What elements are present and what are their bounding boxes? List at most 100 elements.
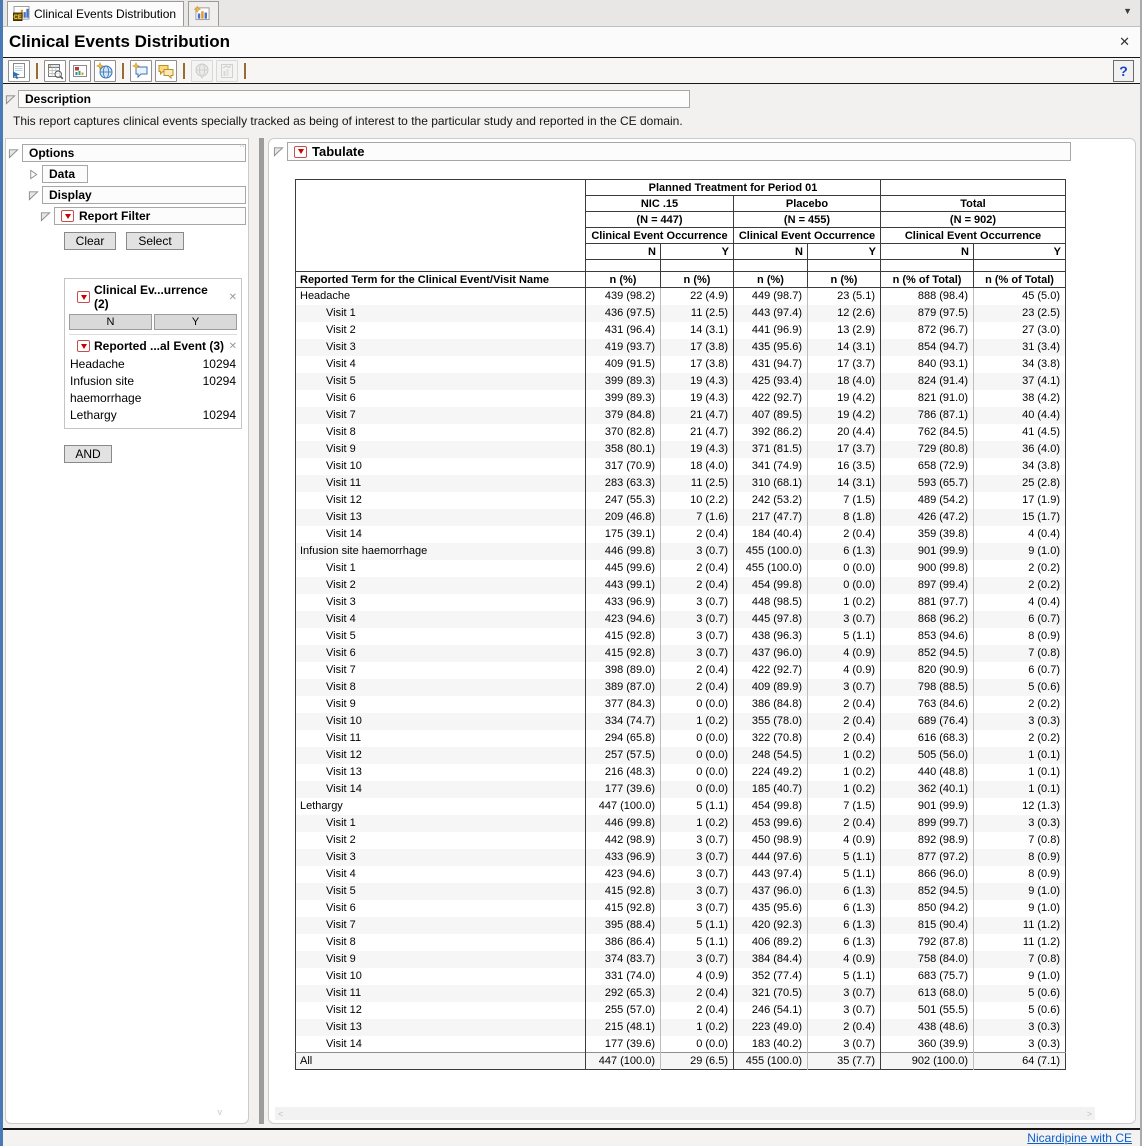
cell-total-y[interactable]: 6 (0.7) bbox=[974, 662, 1066, 679]
cell-total-y[interactable]: 11 (1.2) bbox=[974, 917, 1066, 934]
cell-total-n[interactable]: 616 (68.3) bbox=[881, 730, 974, 747]
cell-total-y[interactable]: 36 (4.0) bbox=[974, 441, 1066, 458]
cell-total-y[interactable]: 8 (0.9) bbox=[974, 628, 1066, 645]
cell-nic-n[interactable]: 443 (99.1) bbox=[586, 577, 661, 594]
row-label[interactable]: Visit 2 bbox=[296, 832, 586, 849]
presentation-button[interactable] bbox=[69, 60, 91, 82]
cell-total-y[interactable]: 6 (0.7) bbox=[974, 611, 1066, 628]
cell-total-n[interactable]: 892 (98.9) bbox=[881, 832, 974, 849]
cell-placebo-y[interactable]: 5 (1.1) bbox=[808, 968, 881, 985]
scroll-right-icon[interactable]: > bbox=[1087, 1109, 1092, 1119]
cell-total-y[interactable]: 7 (0.8) bbox=[974, 951, 1066, 968]
group-n-nic[interactable]: (N = 447) bbox=[586, 212, 734, 228]
row-label[interactable]: Visit 5 bbox=[296, 373, 586, 390]
cell-placebo-n[interactable]: 441 (96.9) bbox=[734, 322, 808, 339]
cell-nic-y[interactable]: 1 (0.2) bbox=[661, 1019, 734, 1036]
cell-total-y[interactable]: 8 (0.9) bbox=[974, 849, 1066, 866]
cell-nic-y[interactable]: 5 (1.1) bbox=[661, 917, 734, 934]
cell-nic-y[interactable]: 1 (0.2) bbox=[661, 713, 734, 730]
row-label[interactable]: Visit 8 bbox=[296, 424, 586, 441]
cell-total-y[interactable]: 3 (0.3) bbox=[974, 713, 1066, 730]
filter-list-item[interactable]: Headache 10294 bbox=[69, 356, 237, 373]
cell-nic-y[interactable]: 0 (0.0) bbox=[661, 730, 734, 747]
remove-filter-icon[interactable]: ✕ bbox=[229, 341, 237, 352]
cell-total-n[interactable]: 888 (98.4) bbox=[881, 288, 974, 305]
row-label[interactable]: Visit 14 bbox=[296, 1036, 586, 1053]
cell-nic-y[interactable]: 3 (0.7) bbox=[661, 849, 734, 866]
cell-total-n[interactable]: 683 (75.7) bbox=[881, 968, 974, 985]
cell-placebo-n[interactable]: 386 (84.8) bbox=[734, 696, 808, 713]
cell-placebo-n[interactable]: 449 (98.7) bbox=[734, 288, 808, 305]
cell-total-y[interactable]: 7 (0.8) bbox=[974, 645, 1066, 662]
cell-total-n[interactable]: 440 (48.8) bbox=[881, 764, 974, 781]
row-label[interactable]: Visit 8 bbox=[296, 679, 586, 696]
cell-total-n[interactable]: 902 (100.0) bbox=[881, 1053, 974, 1070]
cell-placebo-y[interactable]: 19 (4.2) bbox=[808, 390, 881, 407]
cell-nic-n[interactable]: 177 (39.6) bbox=[586, 781, 661, 798]
cell-placebo-n[interactable]: 409 (89.9) bbox=[734, 679, 808, 696]
row-label[interactable]: Visit 10 bbox=[296, 458, 586, 475]
red-triangle-menu-icon[interactable] bbox=[61, 210, 74, 222]
row-label[interactable]: Visit 6 bbox=[296, 900, 586, 917]
cell-placebo-n[interactable]: 444 (97.6) bbox=[734, 849, 808, 866]
cell-nic-y[interactable]: 0 (0.0) bbox=[661, 747, 734, 764]
collapse-triangle-icon[interactable] bbox=[28, 190, 39, 201]
cell-nic-y[interactable]: 3 (0.7) bbox=[661, 832, 734, 849]
cell-total-n[interactable]: 438 (48.6) bbox=[881, 1019, 974, 1036]
cell-total-y[interactable]: 9 (1.0) bbox=[974, 900, 1066, 917]
cell-nic-y[interactable]: 17 (3.8) bbox=[661, 339, 734, 356]
tabulate-header[interactable]: Tabulate bbox=[287, 142, 1071, 161]
cell-placebo-y[interactable]: 4 (0.9) bbox=[808, 662, 881, 679]
row-label[interactable]: Visit 9 bbox=[296, 441, 586, 458]
row-label[interactable]: Visit 7 bbox=[296, 662, 586, 679]
expand-triangle-icon[interactable] bbox=[28, 169, 39, 180]
group-header-nic[interactable]: NIC .15 bbox=[586, 196, 734, 212]
cell-placebo-n[interactable]: 341 (74.9) bbox=[734, 458, 808, 475]
tab-clinical-events-distribution[interactable]: CE Clinical Events Distribution bbox=[7, 1, 184, 26]
cell-placebo-y[interactable]: 3 (0.7) bbox=[808, 1002, 881, 1019]
select-button[interactable]: Select bbox=[126, 232, 184, 250]
cell-nic-y[interactable]: 3 (0.7) bbox=[661, 951, 734, 968]
cell-placebo-n[interactable]: 455 (100.0) bbox=[734, 543, 808, 560]
cell-nic-n[interactable]: 317 (70.9) bbox=[586, 458, 661, 475]
cell-total-y[interactable]: 9 (1.0) bbox=[974, 883, 1066, 900]
description-header[interactable]: Description bbox=[18, 90, 690, 108]
cell-total-n[interactable]: 360 (39.9) bbox=[881, 1036, 974, 1053]
cell-placebo-n[interactable]: 443 (97.4) bbox=[734, 866, 808, 883]
row-label[interactable]: Visit 1 bbox=[296, 305, 586, 322]
cell-placebo-n[interactable]: 438 (96.3) bbox=[734, 628, 808, 645]
cell-nic-n[interactable]: 415 (92.8) bbox=[586, 900, 661, 917]
cell-placebo-y[interactable]: 5 (1.1) bbox=[808, 866, 881, 883]
options-item-display[interactable]: Display bbox=[42, 186, 246, 204]
row-label[interactable]: Visit 7 bbox=[296, 917, 586, 934]
row-label[interactable]: Visit 6 bbox=[296, 390, 586, 407]
cell-placebo-y[interactable]: 7 (1.5) bbox=[808, 798, 881, 815]
cell-total-n[interactable]: 792 (87.8) bbox=[881, 934, 974, 951]
cell-nic-y[interactable]: 2 (0.4) bbox=[661, 679, 734, 696]
cell-placebo-n[interactable]: 450 (98.9) bbox=[734, 832, 808, 849]
cell-nic-y[interactable]: 11 (2.5) bbox=[661, 475, 734, 492]
cell-total-n[interactable]: 852 (94.5) bbox=[881, 883, 974, 900]
cell-total-n[interactable]: 658 (72.9) bbox=[881, 458, 974, 475]
options-header[interactable]: Options bbox=[22, 144, 246, 162]
cell-placebo-y[interactable]: 23 (5.1) bbox=[808, 288, 881, 305]
cell-placebo-y[interactable]: 17 (3.7) bbox=[808, 441, 881, 458]
cell-placebo-n[interactable]: 448 (98.5) bbox=[734, 594, 808, 611]
row-label[interactable]: Visit 3 bbox=[296, 594, 586, 611]
panel-divider[interactable] bbox=[259, 138, 264, 1124]
cell-nic-n[interactable]: 439 (98.2) bbox=[586, 288, 661, 305]
cell-nic-y[interactable]: 4 (0.9) bbox=[661, 968, 734, 985]
cell-nic-n[interactable]: 294 (65.8) bbox=[586, 730, 661, 747]
cell-placebo-y[interactable]: 8 (1.8) bbox=[808, 509, 881, 526]
cell-total-n[interactable]: 821 (91.0) bbox=[881, 390, 974, 407]
cell-total-n[interactable]: 901 (99.9) bbox=[881, 543, 974, 560]
cell-placebo-n[interactable]: 443 (97.4) bbox=[734, 305, 808, 322]
cell-placebo-n[interactable]: 355 (78.0) bbox=[734, 713, 808, 730]
cell-total-n[interactable]: 729 (80.8) bbox=[881, 441, 974, 458]
cell-placebo-n[interactable]: 392 (86.2) bbox=[734, 424, 808, 441]
cell-placebo-y[interactable]: 14 (3.1) bbox=[808, 475, 881, 492]
cell-nic-y[interactable]: 3 (0.7) bbox=[661, 866, 734, 883]
cell-nic-n[interactable]: 399 (89.3) bbox=[586, 373, 661, 390]
cell-nic-y[interactable]: 22 (4.9) bbox=[661, 288, 734, 305]
cell-nic-y[interactable]: 3 (0.7) bbox=[661, 543, 734, 560]
